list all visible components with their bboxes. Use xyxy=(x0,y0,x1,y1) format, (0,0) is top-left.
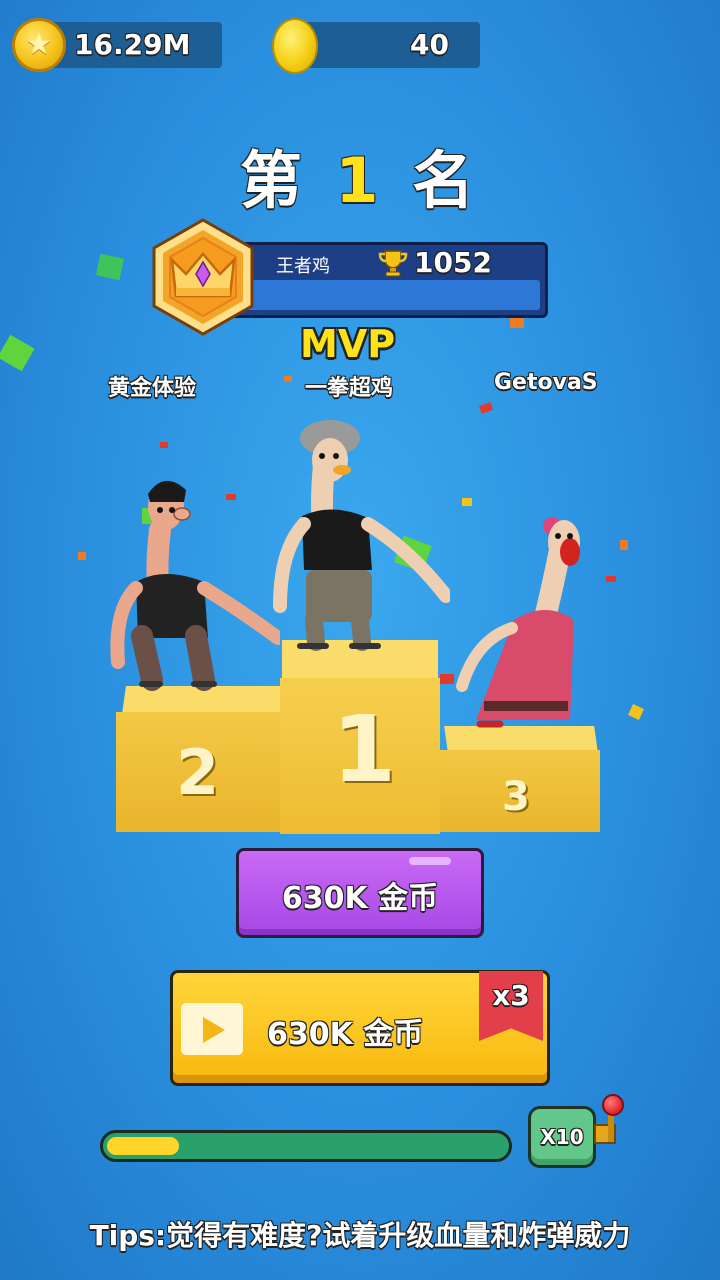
crown-badge-icon xyxy=(152,218,254,336)
second-place-name: 黄金体验 xyxy=(108,376,197,401)
rank-tier-name: 王者鸡 xyxy=(276,256,330,277)
gem-balance-bar xyxy=(290,22,480,68)
video-claim-label: 630K 金币 xyxy=(267,1009,423,1053)
trophy-icon xyxy=(378,250,408,277)
lever-knob[interactable] xyxy=(602,1094,624,1116)
third-place-name: GetovaS xyxy=(494,370,598,395)
multiplier-label: x3 xyxy=(492,979,530,1012)
claim-coins-label: 630K 金币 xyxy=(239,873,481,917)
podium-second-label: 2 xyxy=(176,736,220,809)
mvp-label: MVP xyxy=(300,322,396,366)
podium-third-label: 3 xyxy=(502,774,530,820)
button-shine xyxy=(409,857,451,865)
gem-balance: 40 xyxy=(410,28,449,61)
rank-number: 1 xyxy=(335,144,385,217)
first-place-chicken xyxy=(273,420,450,651)
tips-text: Tips:觉得有难度?试着升级血量和炸弹威力 xyxy=(89,1219,631,1252)
rank-prefix: 第 xyxy=(239,144,308,217)
second-place-chicken xyxy=(110,480,280,691)
rank-suffix: 名 xyxy=(412,144,481,217)
spin-progress-bar xyxy=(100,1130,512,1162)
multiplier-ribbon: x3 xyxy=(479,971,543,1041)
first-place-name: 一拳超鸡 xyxy=(305,376,394,401)
video-claim-unit: 金币 xyxy=(363,1017,424,1052)
trophy-count: 1052 xyxy=(414,246,492,279)
coin-balance: 16.29M xyxy=(74,28,191,61)
rank-title: 第 1 名 xyxy=(0,130,720,220)
watch-video-triple-coins-button[interactable]: 630K 金币 x3 xyxy=(170,970,550,1086)
x10-spin-button[interactable]: X10 xyxy=(528,1106,596,1168)
spin-progress-fill xyxy=(107,1137,179,1155)
podium-first-label: 1 xyxy=(332,696,397,803)
third-place-chicken xyxy=(456,517,580,728)
rank-progress-bar xyxy=(240,280,540,310)
video-claim-amount: 630K xyxy=(267,1017,353,1052)
claim-amount: 630K xyxy=(281,881,368,916)
claim-coins-button[interactable]: 630K 金币 xyxy=(236,848,484,938)
video-play-icon xyxy=(181,1003,243,1055)
claim-unit: 金币 xyxy=(378,881,439,916)
star-coin-icon: ★ xyxy=(12,18,66,72)
x10-label: X10 xyxy=(540,1125,584,1149)
gem-icon xyxy=(272,18,318,74)
